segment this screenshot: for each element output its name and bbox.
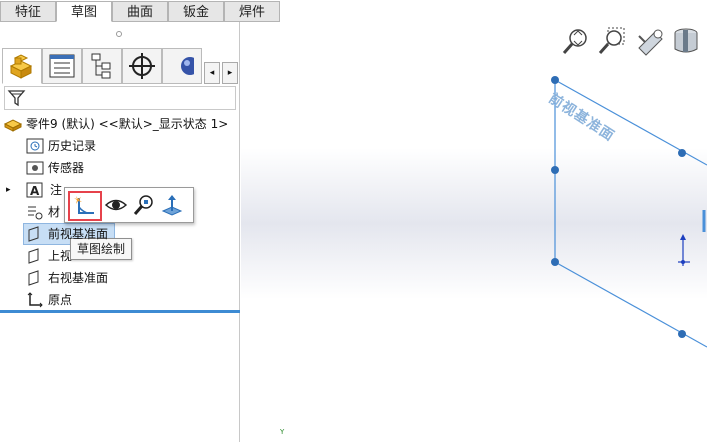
zoom-to-area-icon[interactable]	[597, 26, 627, 56]
tab-scroll-left-button[interactable]: ◂	[204, 62, 220, 84]
tree-item-sensors[interactable]: 传感器	[26, 158, 146, 178]
sketch-icon	[74, 196, 94, 214]
expand-arrow-icon[interactable]: ▸	[6, 180, 11, 200]
tree-item-label: 原点	[48, 293, 73, 307]
property-manager-tab[interactable]	[42, 48, 82, 84]
tree-filter-box[interactable]	[4, 86, 236, 110]
panel-tab-strip: ◂ ▸	[2, 48, 238, 86]
material-icon	[28, 206, 43, 220]
tree-item-label: 传感器	[48, 161, 85, 175]
tab-sketch[interactable]: 草图	[56, 1, 112, 22]
graphics-area[interactable]: Y	[241, 22, 707, 442]
part-icon	[9, 54, 33, 79]
part-icon	[4, 119, 22, 132]
plane-icon	[28, 248, 39, 264]
tree-item-label: 历史记录	[48, 139, 97, 153]
tab-sheet-metal[interactable]: 钣金	[168, 1, 224, 22]
tree-item-origin[interactable]: 原点	[26, 290, 86, 310]
plane-icon	[28, 270, 39, 286]
tab-scroll-right-button[interactable]: ▸	[222, 62, 238, 84]
annotation-icon: A	[26, 182, 43, 198]
tree-item-label: 前视基准面	[48, 227, 109, 241]
zoom-magnifier-icon	[133, 195, 153, 215]
appearance-sphere-icon	[181, 57, 194, 75]
triad-y-label: Y	[280, 428, 285, 436]
crosshair-icon	[129, 53, 155, 79]
configuration-manager-tab[interactable]	[82, 48, 122, 84]
tab-weldments[interactable]: 焊件	[224, 1, 280, 22]
display-manager-tab[interactable]	[162, 48, 202, 84]
previous-view-icon[interactable]	[635, 26, 665, 56]
tab-features[interactable]: 特征	[0, 1, 56, 22]
normal-to-icon	[161, 195, 183, 216]
command-manager-tabs: 特征 草图 曲面 钣金 焊件	[0, 0, 707, 22]
plane-icon	[28, 226, 39, 242]
panel-grip-icon[interactable]	[116, 31, 122, 37]
filter-funnel-icon[interactable]	[7, 88, 27, 108]
eye-icon	[104, 199, 128, 211]
feature-manager-tab[interactable]	[2, 48, 42, 84]
tree-root-part[interactable]: 零件9 (默认) <<默认>_显示状态 1>	[4, 114, 234, 134]
history-icon	[26, 138, 44, 154]
tree-item-right-plane[interactable]: 右视基准面	[26, 268, 126, 288]
context-toolbar	[64, 187, 194, 223]
tree-item-label: 注	[50, 183, 63, 197]
tree-item-label: 右视基准面	[48, 271, 109, 285]
show-hide-button[interactable]	[103, 192, 129, 218]
property-list-icon	[49, 54, 75, 78]
tree-root-label: 零件9 (默认) <<默认>_显示状态 1>	[26, 117, 229, 131]
feature-manager-panel: ◂ ▸ 零件9 (默认) <<默认>_显示状态 1> 历史记录 传感器 ▸ A …	[0, 22, 240, 442]
normal-to-button[interactable]	[159, 192, 185, 218]
rollback-bar[interactable]	[0, 310, 240, 313]
sensor-icon	[26, 161, 44, 175]
tree-item-history[interactable]: 历史记录	[26, 136, 146, 156]
tree-item-front-plane[interactable]: 前视基准面	[23, 223, 115, 245]
svg-text:A: A	[30, 184, 40, 198]
section-view-icon[interactable]	[671, 26, 701, 56]
zoom-to-fit-icon[interactable]	[561, 26, 591, 56]
origin-icon	[27, 292, 43, 308]
tree-item-label: 材	[48, 205, 61, 219]
dimxpert-manager-tab[interactable]	[122, 48, 162, 84]
heads-up-view-toolbar	[559, 24, 707, 58]
configuration-tree-icon	[91, 53, 111, 79]
sketch-button[interactable]	[68, 191, 102, 221]
zoom-to-selection-button[interactable]	[131, 192, 157, 218]
tree-item-label: 上视	[48, 249, 73, 263]
tab-surfaces[interactable]: 曲面	[112, 1, 168, 22]
